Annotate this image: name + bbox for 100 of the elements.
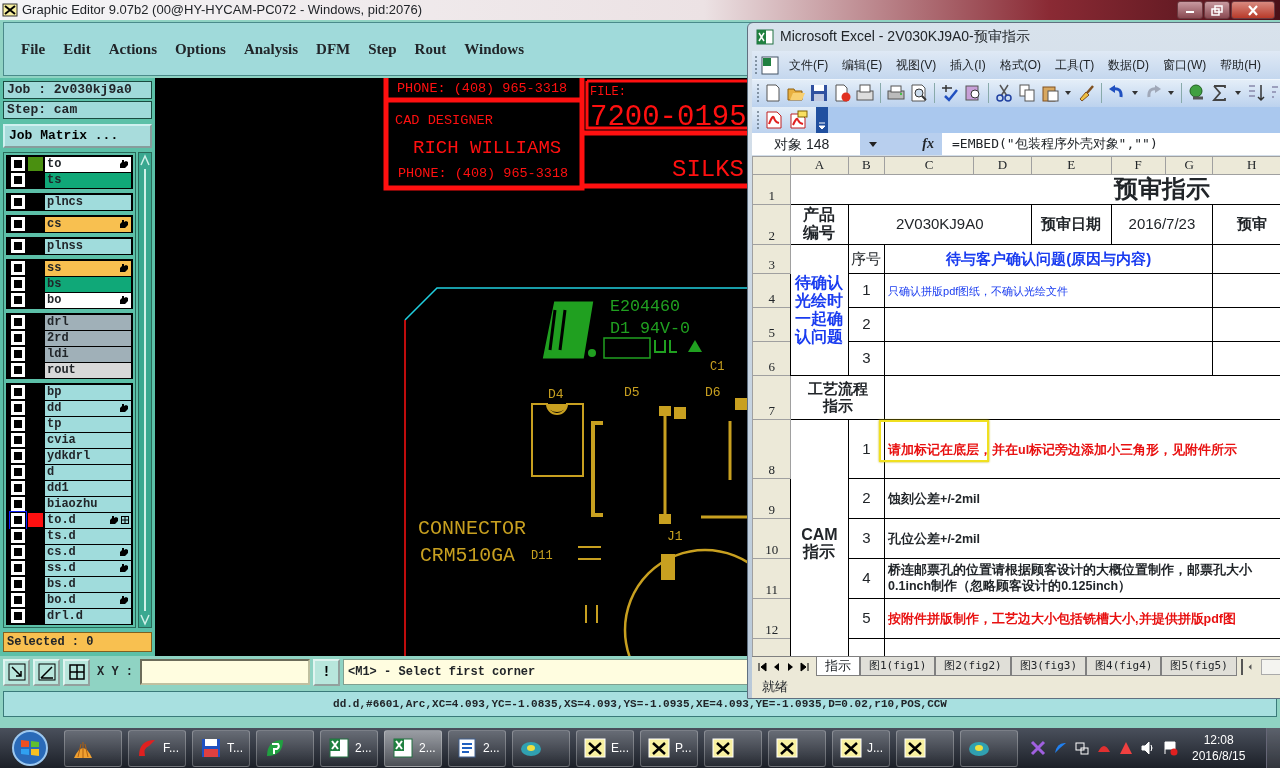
print-preview-icon[interactable] xyxy=(909,83,929,104)
row-header[interactable]: 12 xyxy=(765,621,779,637)
layer-checkbox[interactable] xyxy=(11,417,25,431)
paste-icon[interactable] xyxy=(1040,83,1060,104)
layer-row[interactable]: to.d xyxy=(45,512,131,528)
layer-checkbox[interactable] xyxy=(11,217,25,231)
layer-checkbox[interactable] xyxy=(11,277,25,291)
taskbar-button[interactable] xyxy=(704,729,762,767)
row-header[interactable]: 5 xyxy=(768,324,775,340)
layer-row[interactable]: ss.d xyxy=(45,560,131,576)
layer-checkbox[interactable] xyxy=(11,331,25,345)
layer-checkbox[interactable] xyxy=(11,157,25,171)
layer-row[interactable]: ydkdrl xyxy=(45,448,131,464)
menu-item[interactable]: 文件(F) xyxy=(782,55,836,74)
toolbar-grip-icon[interactable] xyxy=(756,108,760,131)
column-header[interactable]: C xyxy=(924,156,934,172)
taskbar-button[interactable]: T... xyxy=(192,729,250,767)
speaker-icon[interactable] xyxy=(1140,740,1156,756)
layer-row[interactable]: bs xyxy=(45,276,131,292)
layer-row[interactable]: cs xyxy=(45,216,131,232)
column-header[interactable]: H xyxy=(1246,156,1257,172)
menu-item[interactable]: Edit xyxy=(54,37,100,61)
research-icon[interactable] xyxy=(963,83,983,104)
insert-function-button[interactable]: fx xyxy=(922,133,934,155)
menu-item[interactable]: Rout xyxy=(405,37,456,61)
menu-item[interactable]: Options xyxy=(166,37,235,61)
layer-row[interactable]: cs.d xyxy=(45,544,131,560)
spelling-icon[interactable] xyxy=(940,83,960,104)
layer-checkbox[interactable] xyxy=(11,481,25,495)
clock[interactable]: 12:08 2016/8/15 xyxy=(1192,732,1246,764)
app-tray-icon[interactable] xyxy=(1118,740,1134,756)
menu-item[interactable]: 数据(D) xyxy=(1101,55,1156,74)
layer-checkbox[interactable] xyxy=(11,195,25,209)
pdf-icon[interactable] xyxy=(764,109,784,130)
column-header[interactable]: E xyxy=(1067,156,1076,172)
layer-checkbox[interactable] xyxy=(11,239,25,253)
row-header[interactable]: 2 xyxy=(768,227,775,243)
taskbar-button[interactable]: 2... xyxy=(384,729,442,767)
row-header[interactable]: 10 xyxy=(765,541,779,557)
column-header[interactable]: F xyxy=(1134,156,1142,172)
selected-object-frame[interactable] xyxy=(879,419,990,462)
restore-button[interactable] xyxy=(1204,1,1230,19)
taskbar-button[interactable]: P... xyxy=(640,729,698,767)
previous-sheet-icon[interactable] xyxy=(772,661,782,672)
xy-input-field[interactable] xyxy=(140,659,310,685)
layer-row[interactable]: drl.d xyxy=(45,608,131,624)
layer-checkbox[interactable] xyxy=(11,465,25,479)
menu-item[interactable]: 工具(T) xyxy=(1048,55,1102,74)
layer-row[interactable]: ss xyxy=(45,260,131,276)
menu-item[interactable]: DFM xyxy=(307,37,360,61)
layer-checkbox[interactable] xyxy=(11,385,25,399)
layer-checkbox[interactable] xyxy=(11,577,25,591)
taskbar-button[interactable] xyxy=(64,729,122,767)
menu-item[interactable]: 帮助(H) xyxy=(1213,55,1268,74)
taskbar-button[interactable] xyxy=(768,729,826,767)
close-button[interactable] xyxy=(1231,1,1275,19)
menu-item[interactable]: Step xyxy=(359,37,406,61)
taskbar-button[interactable]: J... xyxy=(832,729,890,767)
sheet-tab[interactable]: 图1(fig1) xyxy=(860,657,936,676)
row-header[interactable]: 3 xyxy=(768,256,775,272)
warning-button[interactable]: ! xyxy=(313,658,340,686)
sheet-tab[interactable]: 指示 xyxy=(816,657,860,676)
pdf-comment-icon[interactable] xyxy=(788,109,808,130)
taskbar-button[interactable]: 2... xyxy=(448,729,506,767)
layer-row[interactable]: bo.d xyxy=(45,592,131,608)
layer-row[interactable]: tp xyxy=(45,416,131,432)
permission-icon[interactable] xyxy=(832,83,852,104)
layer-checkbox[interactable] xyxy=(11,593,25,607)
menu-item[interactable]: Actions xyxy=(99,37,166,61)
layer-row[interactable]: ts xyxy=(45,172,131,188)
layer-row[interactable]: plnss xyxy=(45,238,131,254)
layer-row[interactable]: cvia xyxy=(45,432,131,448)
column-header[interactable]: G xyxy=(1184,156,1194,172)
new-document-icon[interactable] xyxy=(763,83,783,104)
layer-checkbox[interactable] xyxy=(11,433,25,447)
layer-row[interactable]: rout xyxy=(45,362,131,378)
row-header[interactable]: 9 xyxy=(768,501,775,517)
row-header[interactable]: 6 xyxy=(768,358,775,374)
layer-checkbox[interactable] xyxy=(11,363,25,377)
grid-tool[interactable] xyxy=(63,658,90,686)
toolbar-options-icon[interactable] xyxy=(816,106,828,133)
app-tray-icon[interactable] xyxy=(1030,740,1046,756)
flag-icon[interactable] xyxy=(1162,740,1178,756)
menu-item[interactable]: Analysis xyxy=(234,37,308,61)
menu-item[interactable]: 编辑(E) xyxy=(835,55,890,74)
layer-checkbox[interactable] xyxy=(11,315,25,329)
row-header[interactable]: 7 xyxy=(768,402,775,418)
zoom-area-tool[interactable] xyxy=(3,658,30,686)
sheet-tab[interactable]: 图2(fig2) xyxy=(935,657,1011,676)
copy-icon[interactable] xyxy=(1017,83,1037,104)
layer-checkbox[interactable] xyxy=(11,261,25,275)
layer-row[interactable]: bo xyxy=(45,292,131,308)
layer-row[interactable]: 2rd xyxy=(45,330,131,346)
minimize-button[interactable] xyxy=(1177,1,1203,19)
layer-row[interactable]: bs.d xyxy=(45,576,131,592)
cut-icon[interactable] xyxy=(994,83,1014,104)
taskbar-button[interactable]: F... xyxy=(128,729,186,767)
layer-checkbox[interactable] xyxy=(11,173,25,187)
row-header[interactable]: 1 xyxy=(768,187,775,203)
layer-checkbox[interactable] xyxy=(11,561,25,575)
